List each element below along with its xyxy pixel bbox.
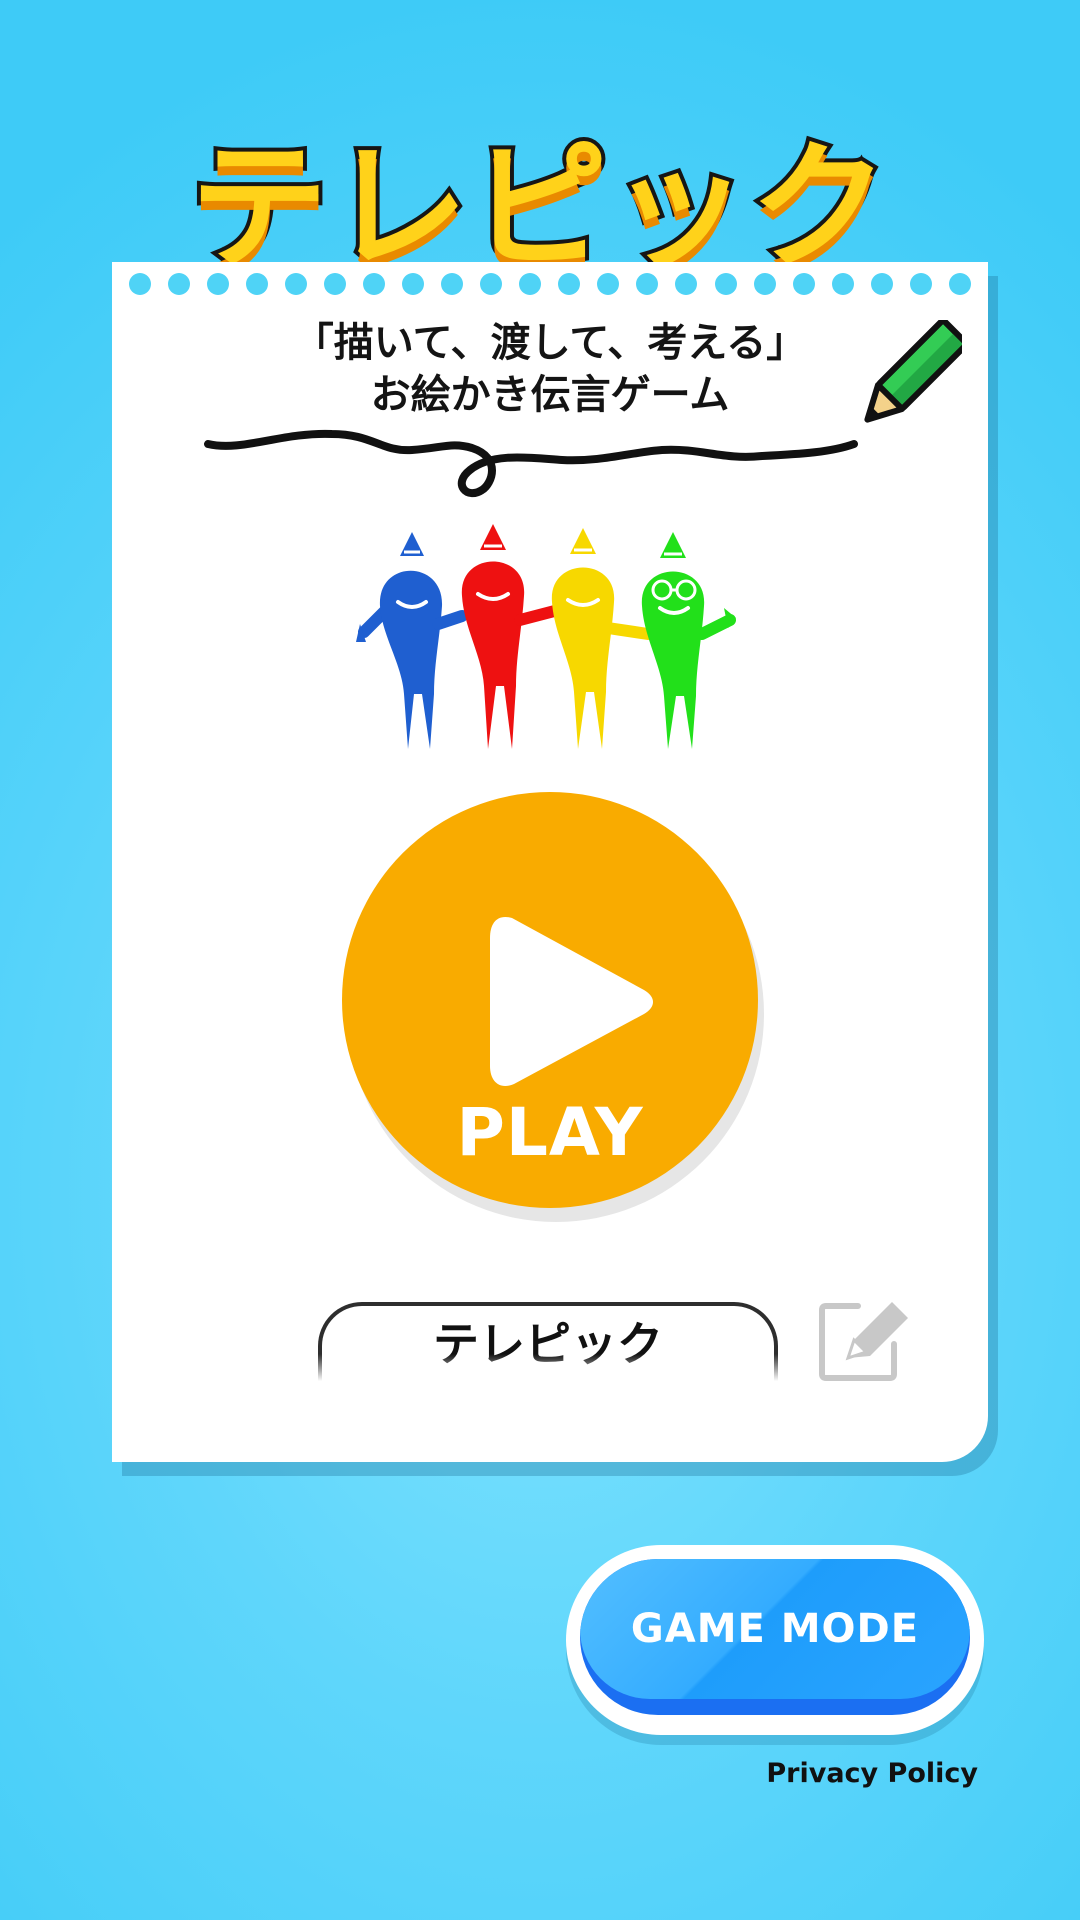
play-button[interactable]: PLAY — [342, 792, 758, 1208]
game-mode-button[interactable]: GAME MODE — [566, 1545, 984, 1735]
blue-character — [356, 532, 468, 749]
notepad-card: 「描いて、渡して、考える」 お絵かき伝言ゲーム PLAY テレピック — [112, 262, 988, 1462]
game-mode-button-face: GAME MODE — [580, 1559, 970, 1699]
game-mode-label: GAME MODE — [630, 1606, 920, 1652]
notepad-binding-holes — [112, 268, 988, 300]
character-group-illustration — [356, 524, 736, 749]
green-pencil-icon — [864, 320, 962, 423]
player-name-input[interactable] — [318, 1302, 778, 1382]
yellow-character — [551, 528, 654, 749]
scribble-line-decoration — [204, 429, 858, 498]
green-character — [641, 532, 736, 749]
edit-name-icon[interactable] — [818, 1292, 914, 1388]
play-label: PLAY — [456, 1094, 644, 1171]
play-triangle-icon — [490, 916, 653, 1086]
game-mode-button-base: GAME MODE — [580, 1559, 970, 1715]
privacy-policy-link[interactable]: Privacy Policy — [700, 1758, 978, 1789]
red-character — [461, 524, 572, 749]
